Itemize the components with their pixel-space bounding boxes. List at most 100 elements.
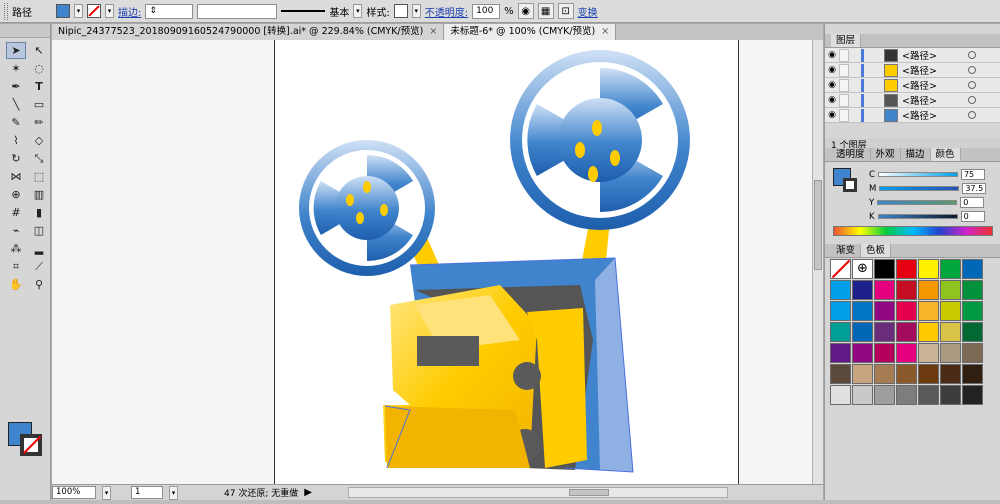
horizontal-scrollbar[interactable] xyxy=(347,487,728,498)
swatch[interactable] xyxy=(940,301,961,321)
swatch[interactable] xyxy=(852,385,873,405)
swatch[interactable] xyxy=(962,385,983,405)
swatch[interactable] xyxy=(874,280,895,300)
close-icon[interactable]: × xyxy=(429,24,437,40)
blend-tool-icon[interactable]: ◫ xyxy=(29,222,49,239)
eye-icon[interactable]: ◉ xyxy=(825,95,839,105)
status-arrow-icon[interactable]: ▶ xyxy=(304,487,312,498)
target-circle[interactable] xyxy=(968,81,976,89)
projector-knob-top[interactable] xyxy=(513,362,541,390)
eye-icon[interactable]: ◉ xyxy=(825,65,839,75)
layer-name[interactable]: <路径> xyxy=(902,78,962,92)
color-spectrum[interactable] xyxy=(833,226,993,236)
rotate-tool-icon[interactable]: ↻ xyxy=(6,150,26,167)
swatch[interactable] xyxy=(852,280,873,300)
color-stroke-box[interactable] xyxy=(843,178,857,192)
magenta-value[interactable]: 37.5 xyxy=(962,183,987,194)
fill-dropdown[interactable]: ▾ xyxy=(74,4,83,18)
free-transform-tool-icon[interactable]: ⬚ xyxy=(29,168,49,185)
tab-nipic-document[interactable]: Nipic_24377523_20180909160524790000 [转换]… xyxy=(52,24,445,40)
width-tool-icon[interactable]: ⋈ xyxy=(6,168,26,185)
align-icon[interactable]: ▦ xyxy=(537,3,554,19)
stroke-profile-label[interactable]: 基本 xyxy=(329,4,349,19)
swatch[interactable] xyxy=(940,322,961,342)
tab-layers[interactable]: 图层 xyxy=(831,34,862,47)
swatch[interactable] xyxy=(830,385,851,405)
black-slider[interactable] xyxy=(877,214,958,219)
swatch[interactable] xyxy=(874,385,895,405)
projector-illustration[interactable] xyxy=(275,40,740,484)
column-graph-tool-icon[interactable]: ▂ xyxy=(29,240,49,257)
brush-stroke-preview[interactable] xyxy=(281,10,326,12)
right-reel[interactable] xyxy=(510,50,690,230)
layer-row[interactable]: ◉ <路径> xyxy=(825,93,1000,108)
swatch[interactable] xyxy=(830,364,851,384)
magenta-slider-row[interactable]: M 37.5 xyxy=(869,182,987,195)
stroke-color-box[interactable] xyxy=(20,434,42,456)
swatch[interactable] xyxy=(940,343,961,363)
zoom-input[interactable]: 100% xyxy=(52,486,96,499)
variable-width-dropdown[interactable] xyxy=(197,3,278,19)
lock-toggle[interactable] xyxy=(839,78,849,92)
swatch[interactable] xyxy=(852,364,873,384)
pen-tool-icon[interactable]: ✒ xyxy=(6,78,26,95)
eye-icon[interactable]: ◉ xyxy=(825,110,839,120)
swatch[interactable] xyxy=(918,364,939,384)
tab-appearance[interactable]: 外观 xyxy=(871,148,901,161)
swatch[interactable] xyxy=(918,385,939,405)
swatch[interactable] xyxy=(830,301,851,321)
scale-tool-icon[interactable]: ⤡ xyxy=(29,150,49,167)
artboard-tool-icon[interactable]: ⌗ xyxy=(6,258,26,275)
stroke-weight-input[interactable]: ⇕ xyxy=(145,3,194,19)
magic-wand-tool-icon[interactable]: ✶ xyxy=(6,60,26,77)
slice-tool-icon[interactable]: ⟋ xyxy=(29,258,49,275)
target-circle[interactable] xyxy=(968,111,976,119)
lasso-tool-icon[interactable]: ◌ xyxy=(29,60,49,77)
swatch[interactable] xyxy=(874,259,895,279)
hand-tool-icon[interactable]: ✋ xyxy=(6,276,26,293)
vertical-scrollbar[interactable] xyxy=(812,40,823,484)
swatch[interactable] xyxy=(830,322,851,342)
projector-base[interactable] xyxy=(385,406,530,468)
target-circle[interactable] xyxy=(968,66,976,74)
lock-toggle[interactable] xyxy=(839,63,849,77)
swatch[interactable] xyxy=(874,322,895,342)
shape-builder-tool-icon[interactable]: ⊕ xyxy=(6,186,26,203)
swatch[interactable] xyxy=(940,259,961,279)
lock-toggle[interactable] xyxy=(839,93,849,107)
swatch[interactable] xyxy=(962,259,983,279)
cyan-slider[interactable] xyxy=(877,172,958,177)
swatch-registration[interactable]: ⊕ xyxy=(852,259,873,279)
yellow-slider-row[interactable]: Y0 xyxy=(869,196,985,209)
swatch[interactable] xyxy=(852,301,873,321)
layer-name[interactable]: <路径> xyxy=(902,48,962,62)
left-reel[interactable] xyxy=(299,140,435,276)
tab-untitled-6[interactable]: 未标题-6* @ 100% (CMYK/预览) × xyxy=(444,24,617,40)
swatch[interactable] xyxy=(918,343,939,363)
layer-row[interactable]: ◉ <路径> xyxy=(825,63,1000,78)
swatch[interactable] xyxy=(940,385,961,405)
cyan-value[interactable]: 75 xyxy=(960,169,985,180)
swatch[interactable] xyxy=(962,322,983,342)
projector-window[interactable] xyxy=(417,336,479,366)
stroke-link[interactable]: 描边: xyxy=(118,4,141,19)
style-swatch[interactable] xyxy=(393,4,408,18)
grip-handle[interactable] xyxy=(4,2,8,20)
pencil-tool-icon[interactable]: ✏ xyxy=(29,114,49,131)
swatch[interactable] xyxy=(918,259,939,279)
eyedropper-tool-icon[interactable]: ⌁ xyxy=(6,222,26,239)
zoom-tool-icon[interactable]: ⚲ xyxy=(29,276,49,293)
swatch[interactable] xyxy=(962,364,983,384)
swatch[interactable] xyxy=(896,343,917,363)
magenta-slider[interactable] xyxy=(879,186,960,191)
stroke-dropdown[interactable]: ▾ xyxy=(105,4,114,18)
swatch[interactable] xyxy=(896,385,917,405)
black-slider-row[interactable]: K0 xyxy=(869,210,985,223)
symbol-sprayer-tool-icon[interactable]: ⁂ xyxy=(6,240,26,257)
selection-tool-icon[interactable]: ➤ xyxy=(6,42,26,59)
swatch[interactable] xyxy=(874,364,895,384)
paintbrush-tool-icon[interactable]: ✎ xyxy=(6,114,26,131)
stroke-swatch[interactable] xyxy=(87,4,101,18)
recolor-icon[interactable]: ◉ xyxy=(517,3,534,19)
swatch[interactable] xyxy=(962,280,983,300)
